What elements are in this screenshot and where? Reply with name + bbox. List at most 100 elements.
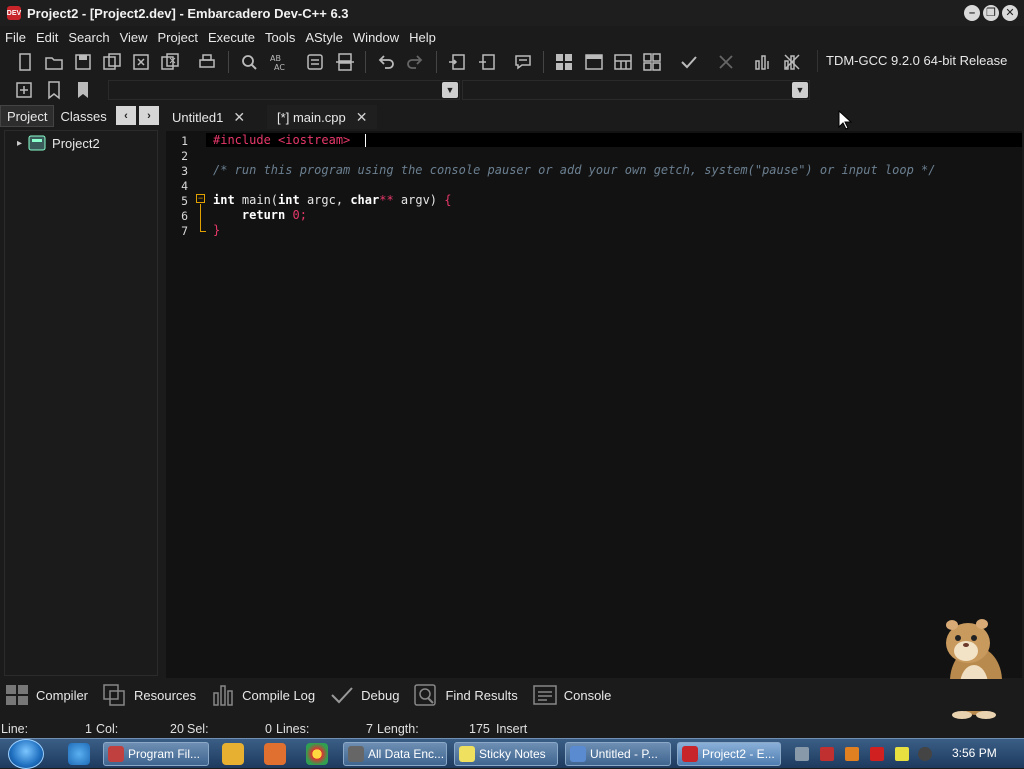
tab-label: Find Results: [445, 687, 518, 703]
editor-tabs: Untitled1 ✕ [*] main.cpp ✕: [162, 104, 1024, 130]
insert-icon[interactable]: [12, 78, 36, 102]
start-button[interactable]: [8, 739, 44, 769]
open-icon[interactable]: [42, 50, 66, 74]
tab-main-cpp[interactable]: [*] main.cpp ✕: [267, 105, 378, 129]
tab-console[interactable]: Console: [532, 683, 611, 707]
media-player-icon[interactable]: [222, 743, 244, 765]
tab-classes[interactable]: Classes: [54, 105, 112, 127]
menu-edit[interactable]: Edit: [36, 30, 66, 45]
tab-untitled1[interactable]: Untitled1 ✕: [162, 105, 255, 129]
toggle-comment-icon[interactable]: [511, 50, 535, 74]
close-all-icon[interactable]: [158, 50, 182, 74]
keyword-token: int: [278, 193, 300, 207]
taskbar-item-program-files[interactable]: Program Fil...: [103, 742, 209, 766]
taskbar-clock[interactable]: 3:56 PM: [952, 746, 997, 760]
windows-taskbar: Program Fil... All Data Enc... Sticky No…: [0, 738, 1024, 769]
close-icon[interactable]: ✕: [356, 109, 368, 126]
expand-arrow-icon[interactable]: ▸: [17, 138, 22, 149]
function-combo[interactable]: ▼: [462, 80, 810, 100]
chrome-icon[interactable]: [306, 743, 328, 765]
restore-button[interactable]: ❐: [983, 5, 999, 21]
taskbar-item-sticky-notes[interactable]: Sticky Notes: [454, 742, 558, 766]
taskbar-item-project2-devcpp[interactable]: Project2 - E...: [677, 742, 781, 766]
taskbar-item-all-data-enc[interactable]: All Data Enc...: [343, 742, 447, 766]
compile-run-icon[interactable]: [611, 50, 635, 74]
menu-view[interactable]: View: [120, 30, 156, 45]
tray-network-icon[interactable]: [795, 747, 809, 761]
svg-text:AB: AB: [270, 54, 281, 63]
syntax-check-icon[interactable]: [677, 50, 701, 74]
menu-astyle[interactable]: AStyle: [305, 30, 351, 45]
profile-analysis-icon[interactable]: [751, 50, 775, 74]
run-icon[interactable]: [582, 50, 606, 74]
panel-prev-button[interactable]: ‹: [116, 106, 136, 125]
menu-project[interactable]: Project: [158, 30, 206, 45]
project-icon: [28, 135, 46, 151]
status-bar: Line: 1 Col: 20 Sel: 0 Lines: 7 Length: …: [0, 722, 1024, 738]
rebuild-all-icon[interactable]: [640, 50, 664, 74]
tab-project[interactable]: Project: [0, 105, 55, 127]
undo-icon[interactable]: [374, 50, 398, 74]
chevron-down-icon[interactable]: ▼: [792, 82, 808, 98]
status-lines-label: Lines:: [276, 722, 310, 736]
goto-line-icon[interactable]: [303, 50, 327, 74]
redo-icon[interactable]: [403, 50, 427, 74]
compiler-select[interactable]: TDM-GCC 9.2.0 64-bit Release: [817, 50, 1022, 72]
compile-icon[interactable]: [552, 50, 576, 74]
new-file-icon[interactable]: [13, 50, 37, 74]
status-col-value: 20: [170, 722, 184, 736]
task-label: Untitled - P...: [590, 747, 658, 761]
code-editor[interactable]: 1 2 3 4 5 6 7 − #include <iostream> /* r…: [166, 131, 1022, 678]
tab-find-results[interactable]: Find Results: [413, 683, 518, 707]
close-file-icon[interactable]: [129, 50, 153, 74]
tab-resources[interactable]: Resources: [102, 683, 196, 707]
tab-debug[interactable]: Debug: [329, 683, 399, 707]
fold-toggle-icon[interactable]: −: [196, 194, 205, 203]
app-icon: [570, 746, 586, 762]
unindent-icon[interactable]: [475, 50, 499, 74]
class-combo[interactable]: ▼: [108, 80, 460, 100]
menu-bar: File Edit Search View Project Execute To…: [0, 26, 1024, 48]
print-icon[interactable]: [195, 50, 219, 74]
menu-window[interactable]: Window: [353, 30, 407, 45]
find-results-icon: [414, 684, 437, 706]
menu-file[interactable]: File: [5, 30, 34, 45]
find-icon[interactable]: [237, 50, 261, 74]
save-all-icon[interactable]: [100, 50, 124, 74]
project-tree[interactable]: ▸ Project2: [4, 130, 158, 676]
keyword-token: int: [213, 193, 235, 207]
tree-item-project2[interactable]: ▸ Project2: [17, 135, 100, 151]
title-bar: DEV Project2 - [Project2.dev] - Embarcad…: [0, 0, 1024, 26]
tab-compile-log[interactable]: Compile Log: [210, 683, 315, 707]
tray-app-icon[interactable]: [845, 747, 859, 761]
menu-tools[interactable]: Tools: [265, 30, 303, 45]
taskbar-item-untitled-paint[interactable]: Untitled - P...: [565, 742, 671, 766]
menu-search[interactable]: Search: [68, 30, 117, 45]
status-length-value: 175: [469, 722, 490, 736]
chevron-down-icon[interactable]: ▼: [442, 82, 458, 98]
toggle-fullscreen-icon[interactable]: [333, 50, 357, 74]
tray-flag-icon[interactable]: [870, 747, 884, 761]
delete-profile-icon[interactable]: [780, 50, 804, 74]
internet-explorer-icon[interactable]: [68, 743, 90, 765]
tab-compiler[interactable]: Compiler: [4, 683, 88, 707]
paint-icon[interactable]: [264, 743, 286, 765]
panel-next-button[interactable]: ›: [139, 106, 159, 125]
status-line-label: Line:: [1, 722, 29, 736]
preprocessor-token: #include: [213, 133, 271, 147]
menu-execute[interactable]: Execute: [208, 30, 263, 45]
tray-notes-icon[interactable]: [895, 747, 909, 761]
save-icon[interactable]: [71, 50, 95, 74]
menu-help[interactable]: Help: [409, 30, 444, 45]
toggle-bookmark-icon[interactable]: [42, 78, 66, 102]
close-icon[interactable]: ✕: [233, 109, 245, 126]
tray-volume-icon[interactable]: [918, 747, 932, 761]
indent-icon[interactable]: [445, 50, 469, 74]
goto-bookmark-icon[interactable]: [71, 78, 95, 102]
replace-icon[interactable]: AB AC: [266, 50, 290, 74]
stop-execution-icon[interactable]: [714, 50, 738, 74]
tray-antivirus-icon[interactable]: [820, 747, 834, 761]
close-window-button[interactable]: ✕: [1002, 5, 1018, 21]
status-line-value: 1: [85, 722, 92, 736]
minimize-button[interactable]: –: [964, 5, 980, 21]
